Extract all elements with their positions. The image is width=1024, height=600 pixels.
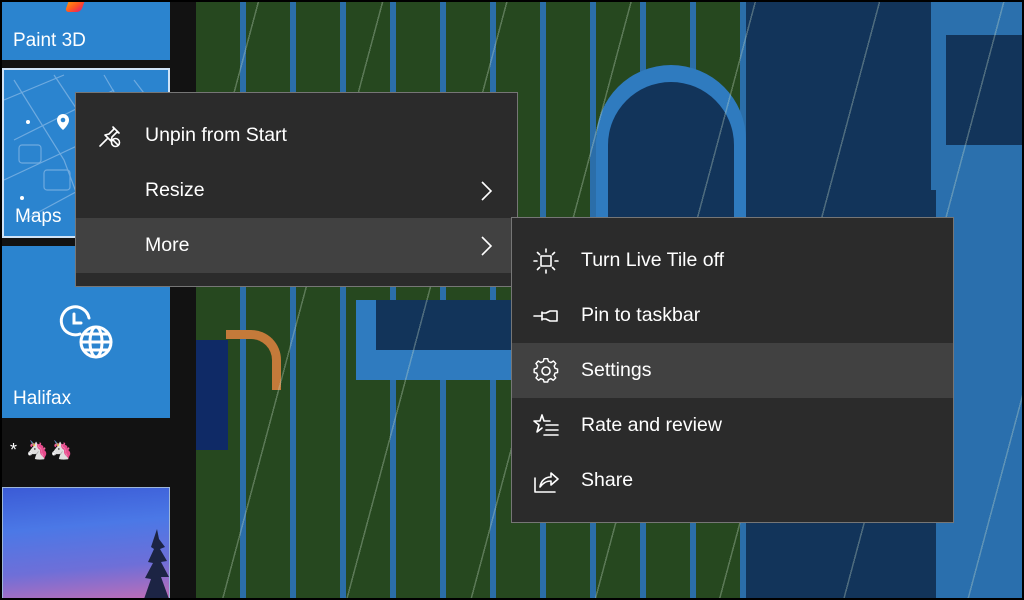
- menu-item-resize[interactable]: Resize: [76, 163, 517, 218]
- menu-item-settings[interactable]: Settings: [512, 343, 953, 398]
- gear-icon: [532, 357, 560, 385]
- menu-item-label: Unpin from Start: [145, 124, 287, 146]
- pin-icon: [532, 302, 560, 330]
- share-icon: [532, 467, 560, 495]
- start-tile-column: Paint 3D Maps Halifax * 🦄🦄: [0, 0, 196, 600]
- tile-group-name[interactable]: * 🦄🦄: [10, 440, 75, 461]
- menu-item-label: Settings: [581, 359, 652, 381]
- tile-label: Halifax: [13, 388, 72, 409]
- tree-silhouette-icon: [144, 529, 169, 599]
- menu-item-label: Resize: [145, 179, 205, 201]
- more-submenu: Turn Live Tile off Pin to taskbar Settin…: [511, 217, 954, 523]
- menu-item-rate-and-review[interactable]: Rate and review: [512, 398, 953, 453]
- star-list-icon: [532, 412, 560, 440]
- menu-item-label: Pin to taskbar: [581, 304, 701, 326]
- tile-label: Maps: [15, 206, 62, 227]
- menu-item-turn-live-tile-off[interactable]: Turn Live Tile off: [512, 233, 953, 288]
- world-clock-icon: [59, 305, 113, 359]
- tile-photo[interactable]: [2, 487, 170, 600]
- paint-3d-logo-icon: [64, 0, 88, 12]
- menu-item-share[interactable]: Share: [512, 453, 953, 508]
- menu-item-label: Rate and review: [581, 414, 722, 436]
- tile-paint-3d[interactable]: Paint 3D: [2, 0, 170, 60]
- unpin-icon: [96, 122, 124, 150]
- menu-item-more[interactable]: More: [76, 218, 517, 273]
- live-tile-icon: [532, 247, 560, 275]
- chevron-right-icon: [477, 235, 495, 257]
- menu-item-pin-to-taskbar[interactable]: Pin to taskbar: [512, 288, 953, 343]
- tile-label: Paint 3D: [13, 30, 86, 51]
- chevron-right-icon: [477, 180, 495, 202]
- menu-item-label: More: [145, 234, 190, 256]
- menu-item-unpin-from-start[interactable]: Unpin from Start: [76, 108, 517, 163]
- tile-context-menu: Unpin from Start Resize More: [75, 92, 518, 287]
- menu-item-label: Share: [581, 469, 634, 491]
- menu-item-label: Turn Live Tile off: [581, 249, 725, 271]
